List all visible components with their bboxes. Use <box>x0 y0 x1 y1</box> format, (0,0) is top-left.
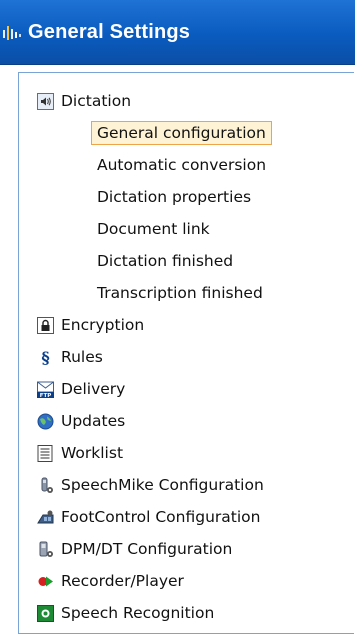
page-title: General Settings <box>28 21 191 43</box>
tree-item-label: Updates <box>61 412 126 430</box>
tree-item-dpm-dt-configuration[interactable]: DPM/DT Configuration <box>19 533 354 565</box>
tree-item-label: Worklist <box>61 444 124 462</box>
section-icon: § <box>37 349 54 366</box>
tree-item-delivery[interactable]: FTP Delivery <box>19 373 354 405</box>
tree-item-label: Dictation properties <box>97 188 252 206</box>
tree-item-recorder-player[interactable]: Recorder/Player <box>19 565 354 597</box>
tree-item-label: FootControl Configuration <box>61 508 261 526</box>
header-bar: General Settings <box>0 0 355 65</box>
tree-item-transcription-finished[interactable]: Transcription finished <box>19 277 354 309</box>
speechmike-icon <box>37 477 54 494</box>
tree-item-footcontrol-configuration[interactable]: FootControl Configuration <box>19 501 354 533</box>
svg-text:FTP: FTP <box>40 393 52 398</box>
speech-recognition-icon <box>37 604 54 622</box>
globe-icon <box>37 413 54 430</box>
waveform-logo-icon <box>3 26 21 40</box>
tree-item-speechmike-configuration[interactable]: SpeechMike Configuration <box>19 469 354 501</box>
settings-tree: Dictation General configuration Automati… <box>19 85 354 629</box>
tree-item-rules[interactable]: § Rules <box>19 341 354 373</box>
recorder-icon <box>37 573 54 590</box>
tree-item-worklist[interactable]: Worklist <box>19 437 354 469</box>
tree-item-label: Recorder/Player <box>61 572 184 590</box>
tree-item-label: Dictation finished <box>97 252 234 270</box>
lock-icon <box>37 316 54 334</box>
dpm-icon <box>37 541 54 558</box>
tree-item-updates[interactable]: Updates <box>19 405 354 437</box>
tree-item-label: Delivery <box>61 380 126 398</box>
tree-item-dictation[interactable]: Dictation <box>19 85 354 117</box>
tree-item-label: General configuration <box>91 121 272 145</box>
tree-item-general-configuration[interactable]: General configuration <box>19 117 354 149</box>
settings-tree-panel: Dictation General configuration Automati… <box>18 72 354 634</box>
tree-item-encryption[interactable]: Encryption <box>19 309 354 341</box>
footcontrol-icon <box>37 509 54 526</box>
tree-item-document-link[interactable]: Document link <box>19 213 354 245</box>
svg-text:§: § <box>41 349 49 366</box>
tree-item-label: Encryption <box>61 316 145 334</box>
tree-item-dictation-properties[interactable]: Dictation properties <box>19 181 354 213</box>
tree-item-label: Transcription finished <box>97 284 263 302</box>
tree-item-label: Rules <box>61 348 103 366</box>
tree-item-label: Dictation <box>61 92 132 110</box>
list-icon <box>37 444 54 462</box>
tree-item-label: Document link <box>97 220 210 238</box>
tree-item-label: Automatic conversion <box>97 156 267 174</box>
tree-item-label: Speech Recognition <box>61 604 215 622</box>
tree-item-speech-recognition[interactable]: Speech Recognition <box>19 597 354 629</box>
tree-item-label: DPM/DT Configuration <box>61 540 233 558</box>
tree-item-label: SpeechMike Configuration <box>61 476 264 494</box>
ftp-mail-icon: FTP <box>37 381 54 398</box>
speaker-icon <box>37 92 54 110</box>
tree-item-dictation-finished[interactable]: Dictation finished <box>19 245 354 277</box>
tree-item-automatic-conversion[interactable]: Automatic conversion <box>19 149 354 181</box>
